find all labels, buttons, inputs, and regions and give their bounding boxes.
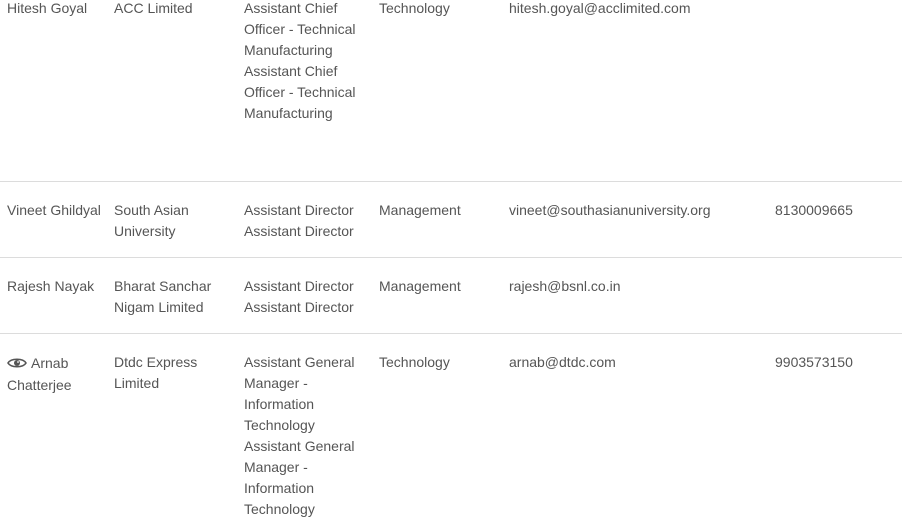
contact-phone: 8130009665 <box>775 202 853 218</box>
contact-company: Dtdc Express Limited <box>114 354 198 391</box>
contact-title: Assistant Director Assistant Director <box>244 276 368 318</box>
contact-title-line: Assistant Director <box>244 202 354 218</box>
contact-title-line: Assistant Chief Officer - Technical Manu… <box>244 0 356 58</box>
contacts-table: Hitesh Goyal ACC Limited Assistant Chief… <box>0 0 902 523</box>
contact-name-cell: Arnab Chatterjee <box>7 352 103 396</box>
contact-phone: 9903573150 <box>775 354 853 370</box>
table-row: Arnab Chatterjee Dtdc Express Limited As… <box>0 334 902 523</box>
contact-department: Technology <box>379 354 450 370</box>
contact-title: Assistant Chief Officer - Technical Manu… <box>244 0 368 124</box>
contact-title: Assistant Director Assistant Director <box>244 200 368 242</box>
contact-title-line: Assistant General Manager - Information … <box>244 438 355 517</box>
contact-email: hitesh.goyal@acclimited.com <box>509 0 691 16</box>
contact-email: rajesh@bsnl.co.in <box>509 278 621 294</box>
table-row: Vineet Ghildyal South Asian University A… <box>0 182 902 258</box>
contact-department: Management <box>379 202 461 218</box>
contact-email: vineet@southasianuniversity.org <box>509 202 711 218</box>
contact-title-line: Assistant Chief Officer - Technical Manu… <box>244 63 356 121</box>
contact-name: Hitesh Goyal <box>7 0 88 16</box>
contact-department: Technology <box>379 0 450 16</box>
contact-title-line: Assistant General Manager - Information … <box>244 354 355 433</box>
contact-title-line: Assistant Director <box>244 223 354 239</box>
table-row: Hitesh Goyal ACC Limited Assistant Chief… <box>0 0 902 182</box>
contact-title-line: Assistant Director <box>244 278 354 294</box>
table-row: Rajesh Nayak Bharat Sanchar Nigam Limite… <box>0 258 902 334</box>
contact-company: ACC Limited <box>114 0 193 16</box>
contact-title: Assistant General Manager - Information … <box>244 352 368 520</box>
contact-name: Vineet Ghildyal <box>7 202 101 218</box>
contact-name: Rajesh Nayak <box>7 278 95 294</box>
contact-department: Management <box>379 278 461 294</box>
contact-title-line: Assistant Director <box>244 299 354 315</box>
contact-company: South Asian University <box>114 202 189 239</box>
contact-email: arnab@dtdc.com <box>509 354 616 370</box>
eye-icon[interactable] <box>7 354 27 368</box>
contact-company: Bharat Sanchar Nigam Limited <box>114 278 212 315</box>
